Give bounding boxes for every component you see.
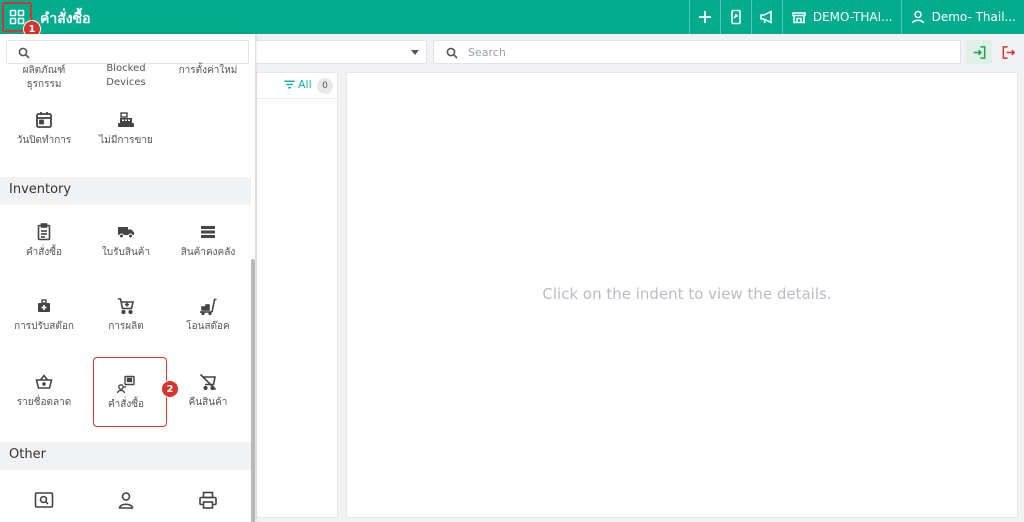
export-button[interactable] <box>995 40 1021 64</box>
search-field-dropdown[interactable] <box>256 40 427 64</box>
search-icon <box>446 47 458 59</box>
menu-item-label: การปรับสต๊อก <box>14 321 74 332</box>
menu-item-label: รายชื่อตลาด <box>16 397 72 408</box>
truck-icon <box>118 227 134 239</box>
menu-search-input[interactable] <box>6 40 249 64</box>
plus-icon <box>698 11 711 23</box>
device-button[interactable] <box>719 0 751 34</box>
megaphone-icon <box>760 10 772 24</box>
menu-item-other-2[interactable] <box>85 490 167 510</box>
logout-icon <box>1002 45 1015 59</box>
grid-icon <box>9 9 25 25</box>
filter-label: All <box>298 78 312 91</box>
menu-item-production[interactable]: การผลิต <box>85 296 167 334</box>
user-icon <box>118 492 134 509</box>
divider <box>257 98 337 99</box>
menu-item-label: Blocked <box>106 63 146 74</box>
phone-sync-icon <box>731 9 741 25</box>
section-title: Other <box>9 447 46 462</box>
menu-item-label: ธุรกรรม <box>26 79 62 90</box>
count-badge: 0 <box>317 78 333 94</box>
store-label: DEMO-THAI... <box>812 10 893 24</box>
menu-item-label: Devices <box>106 77 146 88</box>
menu-item-label: โอนสต๊อค <box>186 321 230 332</box>
printer-icon <box>199 491 217 509</box>
user-icon <box>911 10 924 24</box>
adjust-kit-icon <box>38 299 50 312</box>
search-input[interactable]: Search <box>433 40 961 64</box>
add-button[interactable] <box>688 0 720 34</box>
menu-item-market-list[interactable]: รายชื่อตลาด <box>3 372 85 410</box>
page-title: คำสั่งซื้อ <box>40 11 91 27</box>
menu-item-goods-receipt[interactable]: ใบรับสินค้า <box>85 222 167 260</box>
menu-item-label: การตั้งค่าใหม่ <box>178 65 238 76</box>
menu-item-stock-adjustment[interactable]: การปรับสต๊อก <box>3 296 85 334</box>
menu-item-transaction-report[interactable]: ผลิตภัณฑ์ ธุรกรรม <box>3 64 85 92</box>
menu-item-label: ใบรับสินค้า <box>101 247 151 258</box>
menu-item-other-3[interactable] <box>167 490 249 510</box>
filter-icon <box>284 80 295 89</box>
store-icon <box>792 12 806 24</box>
transfer-icon <box>200 298 217 316</box>
menu-item-settings[interactable]: การตั้งค่าใหม่ <box>167 64 249 78</box>
menu-item-no-sale[interactable]: ไม่มีการขาย <box>85 110 167 148</box>
login-icon <box>973 45 985 59</box>
step-badge-2: 2 <box>161 380 179 398</box>
menu-item-label: คำสั่งซื้อ <box>25 247 63 258</box>
calendar-icon <box>36 112 52 128</box>
menu-item-returns[interactable]: คืนสินค้า <box>167 372 249 410</box>
cart-off-icon <box>199 373 217 391</box>
indent-list-panel: All 0 <box>256 72 338 518</box>
search-icon <box>18 47 30 59</box>
step-highlight-box <box>93 357 167 427</box>
menu-item-label: สินค้าคงคลัง <box>180 247 236 258</box>
menu-item-other-1[interactable] <box>3 490 85 510</box>
store-selector[interactable]: DEMO-THAI... <box>781 0 901 34</box>
user-menu[interactable]: Demo- Thail... <box>900 0 1024 34</box>
filter-button[interactable]: All <box>283 78 312 91</box>
section-header-other: Other <box>0 442 251 470</box>
menu-item-inventory[interactable]: สินค้าคงคลัง <box>167 222 249 260</box>
cart-add-icon <box>118 298 135 315</box>
clipboard-icon <box>37 223 51 241</box>
menu-item-holidays[interactable]: วันปิดทำการ <box>3 110 85 148</box>
section-header-inventory: Inventory <box>0 177 251 205</box>
menu-item-stock-transfer[interactable]: โอนสต๊อค <box>167 296 249 334</box>
app-menu-drawer: ผลิตภัณฑ์ ธุรกรรม Blocked Devices การตั้… <box>0 34 255 522</box>
user-label: Demo- Thail... <box>931 10 1016 24</box>
menu-item-label: ผลิตภัณฑ์ <box>22 65 66 76</box>
import-button[interactable] <box>966 40 992 64</box>
menu-item-label: คืนสินค้า <box>188 397 228 408</box>
caret-down-icon <box>411 50 419 55</box>
menu-item-blocked-devices[interactable]: Blocked Devices <box>85 62 167 90</box>
cash-register-icon <box>118 112 134 127</box>
stock-list-icon <box>201 226 215 238</box>
detail-panel: Click on the indent to view the details. <box>346 72 1018 518</box>
top-bar: 1 คำสั่งซื้อ DEMO-THAI... Demo- Thail... <box>0 0 1024 38</box>
menu-item-label: ไม่มีการขาย <box>99 135 153 146</box>
menu-item-label: วันปิดทำการ <box>16 135 72 146</box>
search-screen-icon <box>34 492 54 508</box>
section-title: Inventory <box>9 182 72 197</box>
empty-state-message: Click on the indent to view the details. <box>542 285 832 303</box>
menu-item-label: การผลิต <box>108 321 144 332</box>
menu-item-purchase-order[interactable]: คำสั่งซื้อ <box>3 222 85 260</box>
announcement-button[interactable] <box>750 0 782 34</box>
search-placeholder: Search <box>468 46 506 59</box>
basket-icon <box>35 374 53 389</box>
drawer-scrollbar[interactable] <box>251 259 255 522</box>
